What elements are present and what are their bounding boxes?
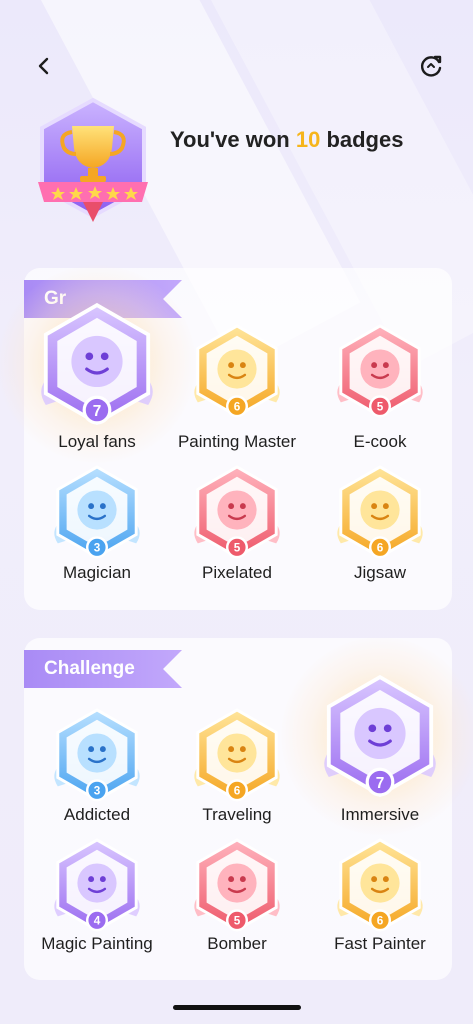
badge-pixelated[interactable]: 5 — [167, 463, 307, 561]
badge-level: 5 — [377, 401, 384, 414]
badge-level: 3 — [94, 542, 101, 555]
badge-level: 6 — [234, 401, 241, 414]
badge-label: Magician — [62, 563, 132, 582]
badge-immersive[interactable]: 7 — [310, 672, 450, 800]
badge-addicted[interactable]: 3 — [27, 706, 167, 804]
badge-hexagon-icon: 6 — [337, 838, 423, 932]
trophy-badge-icon — [32, 96, 154, 224]
badge-hexagon-icon: 3 — [54, 708, 140, 802]
badge-level: 6 — [234, 785, 241, 798]
badge-label: Immersive — [340, 805, 420, 824]
badge-count-headline: You've won 10 badges — [170, 127, 403, 153]
badge-image: 5 — [167, 836, 307, 934]
badge-e-cook[interactable]: 5 — [310, 322, 450, 420]
badge-hexagon-icon: 7 — [41, 302, 153, 426]
badge-image: 5 — [310, 322, 450, 420]
section-title: Challenge — [44, 658, 135, 679]
badge-hexagon-icon: 3 — [54, 465, 140, 559]
refresh-icon — [420, 55, 442, 77]
badge-hexagon-icon: 6 — [337, 465, 423, 559]
badge-label: Loyal fans — [58, 432, 136, 451]
badge-jigsaw[interactable]: 6 — [310, 463, 450, 561]
badge-hexagon-icon: 5 — [194, 465, 280, 559]
badge-image: 3 — [27, 463, 167, 561]
badge-label: Fast Painter — [334, 934, 426, 953]
badge-bomber[interactable]: 5 — [167, 836, 307, 934]
badge-label: Magic Painting — [41, 934, 153, 953]
chevron-left-icon — [38, 57, 49, 75]
badge-loyal-fans[interactable]: 7 — [27, 300, 167, 428]
back-button[interactable] — [28, 50, 60, 82]
badge-label: Addicted — [63, 805, 131, 824]
badge-image: 6 — [167, 322, 307, 420]
badge-magic-painting[interactable]: 4 — [27, 836, 167, 934]
badge-image: 7 — [310, 672, 450, 800]
badge-hexagon-icon: 5 — [194, 838, 280, 932]
badge-image: 5 — [167, 463, 307, 561]
badge-level: 3 — [94, 785, 101, 798]
badge-image: 6 — [310, 463, 450, 561]
badge-label: Traveling — [202, 805, 272, 824]
headline-suffix: badges — [320, 127, 404, 152]
badge-count: 10 — [295, 127, 321, 152]
badge-label: Bomber — [207, 934, 267, 953]
badge-painting-master[interactable]: 6 — [167, 322, 307, 420]
home-indicator[interactable] — [173, 1005, 301, 1010]
badge-level: 5 — [234, 542, 241, 555]
badge-level: 5 — [234, 915, 241, 928]
badge-magician[interactable]: 3 — [27, 463, 167, 561]
section-ribbon-challenge: Challenge — [24, 650, 182, 688]
badge-hexagon-icon: 6 — [194, 708, 280, 802]
headline-prefix: You've won — [170, 127, 296, 152]
badge-image: 3 — [27, 706, 167, 804]
badge-level: 7 — [376, 775, 385, 792]
badge-image: 4 — [27, 836, 167, 934]
badge-level: 6 — [377, 542, 384, 555]
refresh-button[interactable] — [415, 50, 447, 82]
badge-label: Painting Master — [177, 432, 297, 451]
badge-label: Jigsaw — [354, 563, 406, 582]
badge-image: 6 — [310, 836, 450, 934]
badge-label: Pixelated — [202, 563, 272, 582]
badge-image: 7 — [27, 300, 167, 428]
badge-level: 7 — [93, 403, 102, 420]
badge-label: E-cook — [353, 432, 407, 451]
badge-hexagon-icon: 7 — [324, 674, 436, 798]
badge-level: 4 — [94, 915, 101, 928]
badge-hexagon-icon: 5 — [337, 324, 423, 418]
badge-level: 6 — [377, 915, 384, 928]
badge-fast-painter[interactable]: 6 — [310, 836, 450, 934]
badge-hexagon-icon: 4 — [54, 838, 140, 932]
badge-hexagon-icon: 6 — [194, 324, 280, 418]
